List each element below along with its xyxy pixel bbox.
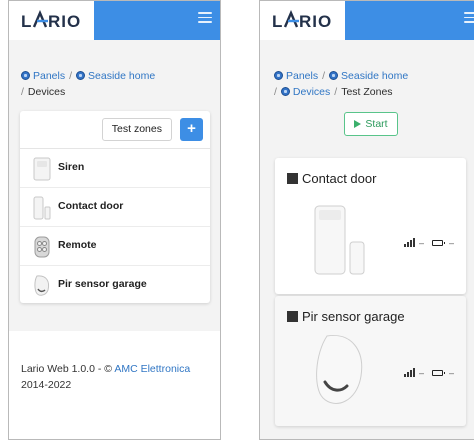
logo-area[interactable]: L RIO (260, 1, 345, 40)
breadcrumb: Panels / Seaside home / Devices / Test Zones (274, 68, 466, 100)
zone-status-square-icon (287, 173, 298, 184)
svg-text:L: L (272, 12, 283, 31)
start-button[interactable]: Start (344, 112, 398, 136)
hamburger-menu-icon[interactable] (198, 12, 212, 24)
zone-title: Pir sensor garage (287, 309, 405, 324)
device-label: Contact door (58, 200, 124, 212)
navbar: L RIO (9, 1, 220, 40)
navbar-blue-area (345, 1, 474, 40)
signal-icon (404, 368, 416, 377)
lario-logo: L RIO (272, 10, 332, 31)
signal-value: – (418, 368, 424, 378)
devices-icon (280, 87, 290, 96)
zone-card-contact-door: Contact door – – (275, 158, 466, 294)
start-label: Start (365, 118, 388, 130)
svg-text:L: L (21, 12, 32, 31)
zone-name: Pir sensor garage (302, 309, 405, 324)
battery-value: – (448, 368, 454, 378)
navbar-blue-area (94, 1, 220, 40)
breadcrumb-separator: / (334, 86, 338, 98)
play-icon (354, 120, 362, 128)
test-zones-screen: L RIO Panels / Seaside home / Devices / Test … (259, 0, 474, 440)
device-row-contact-door[interactable]: Contact door (20, 188, 210, 227)
battery-icon (432, 240, 446, 246)
pir-sensor-icon (316, 334, 363, 404)
battery-icon (432, 370, 446, 376)
home-icon (329, 71, 339, 80)
device-row-remote[interactable]: Remote (20, 227, 210, 266)
device-label: Siren (58, 161, 85, 173)
panel-icon (21, 71, 30, 80)
logo-area[interactable]: L RIO (9, 1, 94, 40)
footer-prefix: Lario Web 1.0.0 - © (21, 363, 115, 375)
device-row-pir-sensor-garage[interactable]: Pir sensor garage (20, 266, 210, 305)
breadcrumb-devices[interactable]: Devices (293, 86, 330, 98)
footer: Lario Web 1.0.0 - © AMC Elettronica 2014… (9, 331, 220, 439)
breadcrumb-separator: / (274, 86, 277, 98)
breadcrumb-panels[interactable]: Panels (286, 70, 318, 82)
devices-toolbar: Test zones + (20, 111, 210, 149)
breadcrumb-home[interactable]: Seaside home (341, 70, 408, 82)
footer-suffix: 2014-2022 (21, 379, 72, 391)
devices-screen: L RIO Panels / Seaside home / Devices Test … (8, 0, 221, 440)
panel-icon (274, 71, 283, 80)
breadcrumb-separator: / (21, 86, 24, 98)
home-icon (76, 71, 86, 80)
zone-status: – – (404, 368, 454, 378)
devices-card: Test zones + Siren Contact door Remote P… (20, 111, 210, 303)
footer-text: Lario Web 1.0.0 - © AMC Elettronica 2014… (21, 361, 212, 393)
signal-value: – (418, 238, 424, 248)
contact-door-icon (33, 196, 51, 220)
test-zones-button[interactable]: Test zones (101, 118, 172, 141)
breadcrumb: Panels / Seaside home / Devices (21, 68, 212, 100)
svg-text:RIO: RIO (48, 12, 81, 31)
siren-icon (33, 157, 51, 181)
add-device-button[interactable]: + (180, 118, 203, 141)
zone-card-pir-sensor-garage: Pir sensor garage – – (275, 296, 466, 426)
svg-text:RIO: RIO (299, 12, 332, 31)
zone-status: – – (404, 238, 454, 248)
device-label: Pir sensor garage (58, 278, 147, 290)
breadcrumb-current: Devices (27, 86, 66, 98)
remote-icon (34, 236, 50, 258)
breadcrumb-panels[interactable]: Panels (33, 70, 65, 82)
breadcrumb-separator: / (69, 70, 73, 82)
navbar: L RIO (260, 1, 474, 40)
zone-title: Contact door (287, 171, 376, 186)
pir-sensor-icon (34, 275, 50, 296)
device-row-siren[interactable]: Siren (20, 149, 210, 188)
breadcrumb-separator: / (322, 70, 326, 82)
zone-name: Contact door (302, 171, 377, 186)
breadcrumb-current: Test Zones (341, 86, 393, 98)
contact-door-icon (314, 205, 365, 275)
lario-logo: L RIO (21, 10, 81, 31)
battery-value: – (448, 238, 454, 248)
signal-icon (404, 238, 416, 247)
zone-status-square-icon (287, 311, 298, 322)
device-label: Remote (58, 239, 97, 251)
footer-company-link[interactable]: AMC Elettronica (114, 363, 190, 375)
breadcrumb-home[interactable]: Seaside home (88, 70, 155, 82)
hamburger-menu-icon[interactable] (464, 12, 474, 24)
